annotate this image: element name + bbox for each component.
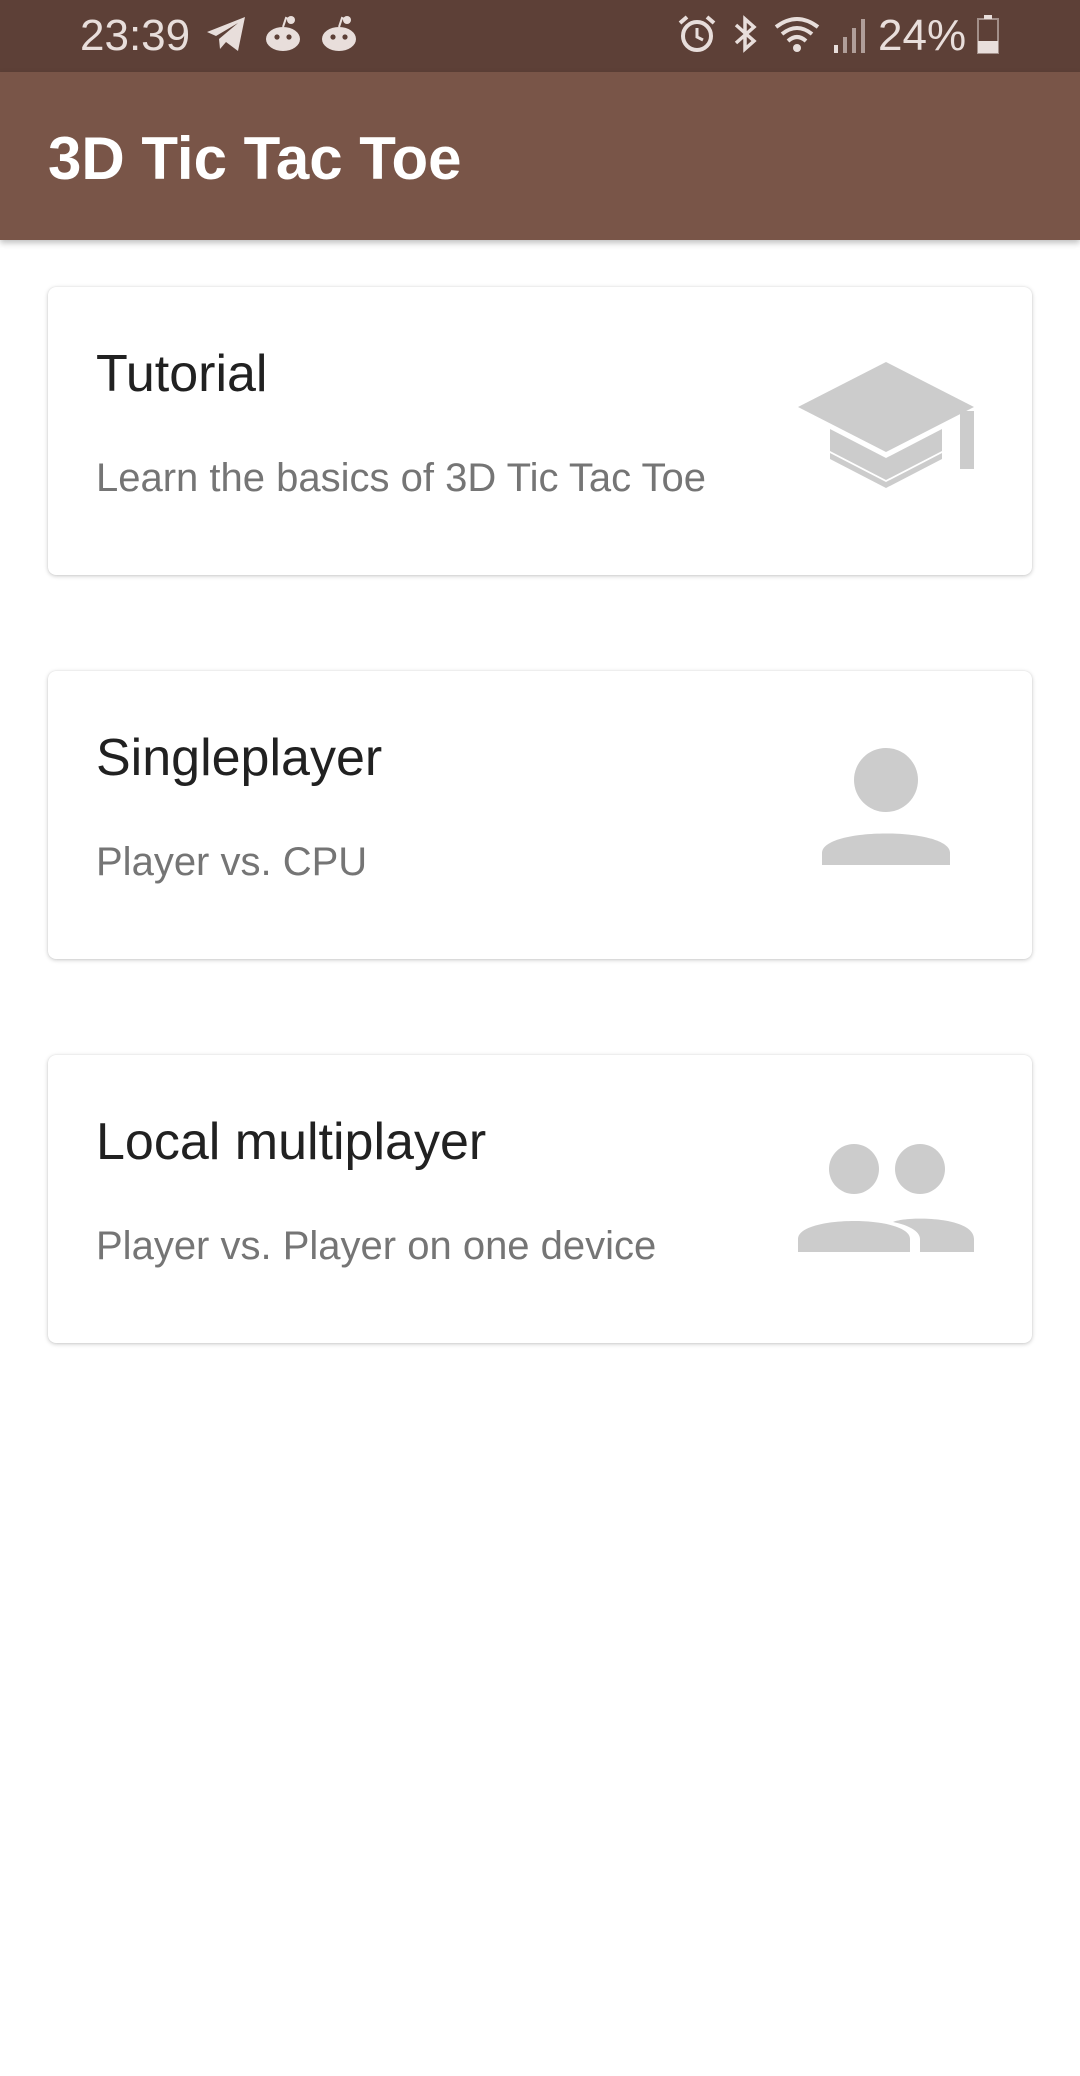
card-title: Local multiplayer bbox=[96, 1113, 487, 1171]
people-icon bbox=[798, 1119, 978, 1279]
card-subtitle: Player vs. CPU bbox=[96, 840, 368, 884]
battery-icon bbox=[976, 13, 1000, 60]
alarm-icon bbox=[676, 13, 718, 60]
app-bar: 3D Tic Tac Toe bbox=[0, 72, 1080, 240]
card-subtitle: Learn the basics of 3D Tic Tac Toe bbox=[96, 456, 706, 500]
notification-icons bbox=[205, 14, 361, 58]
bluetooth-icon bbox=[728, 13, 762, 60]
wifi-icon bbox=[772, 13, 822, 60]
telegram-icon bbox=[205, 14, 249, 59]
singleplayer-card[interactable]: Singleplayer Player vs. CPU bbox=[48, 671, 1032, 959]
battery-percent: 24% bbox=[878, 11, 967, 60]
reddit-icon bbox=[261, 14, 305, 59]
status-bar: 23:39 24% bbox=[0, 0, 1080, 72]
app-title: 3D Tic Tac Toe bbox=[48, 125, 462, 192]
signal-icon bbox=[832, 13, 868, 60]
reddit-icon bbox=[317, 14, 361, 59]
card-title: Tutorial bbox=[96, 345, 268, 403]
card-title: Singleplayer bbox=[96, 729, 383, 787]
card-subtitle: Player vs. Player on one device bbox=[96, 1224, 657, 1268]
person-icon bbox=[798, 735, 978, 895]
status-time: 23:39 bbox=[80, 11, 191, 60]
tutorial-card[interactable]: Tutorial Learn the basics of 3D Tic Tac … bbox=[48, 287, 1032, 575]
system-icons: 24% bbox=[676, 12, 1000, 60]
local-multiplayer-card[interactable]: Local multiplayer Player vs. Player on o… bbox=[48, 1055, 1032, 1343]
graduation-cap-icon bbox=[798, 351, 978, 511]
